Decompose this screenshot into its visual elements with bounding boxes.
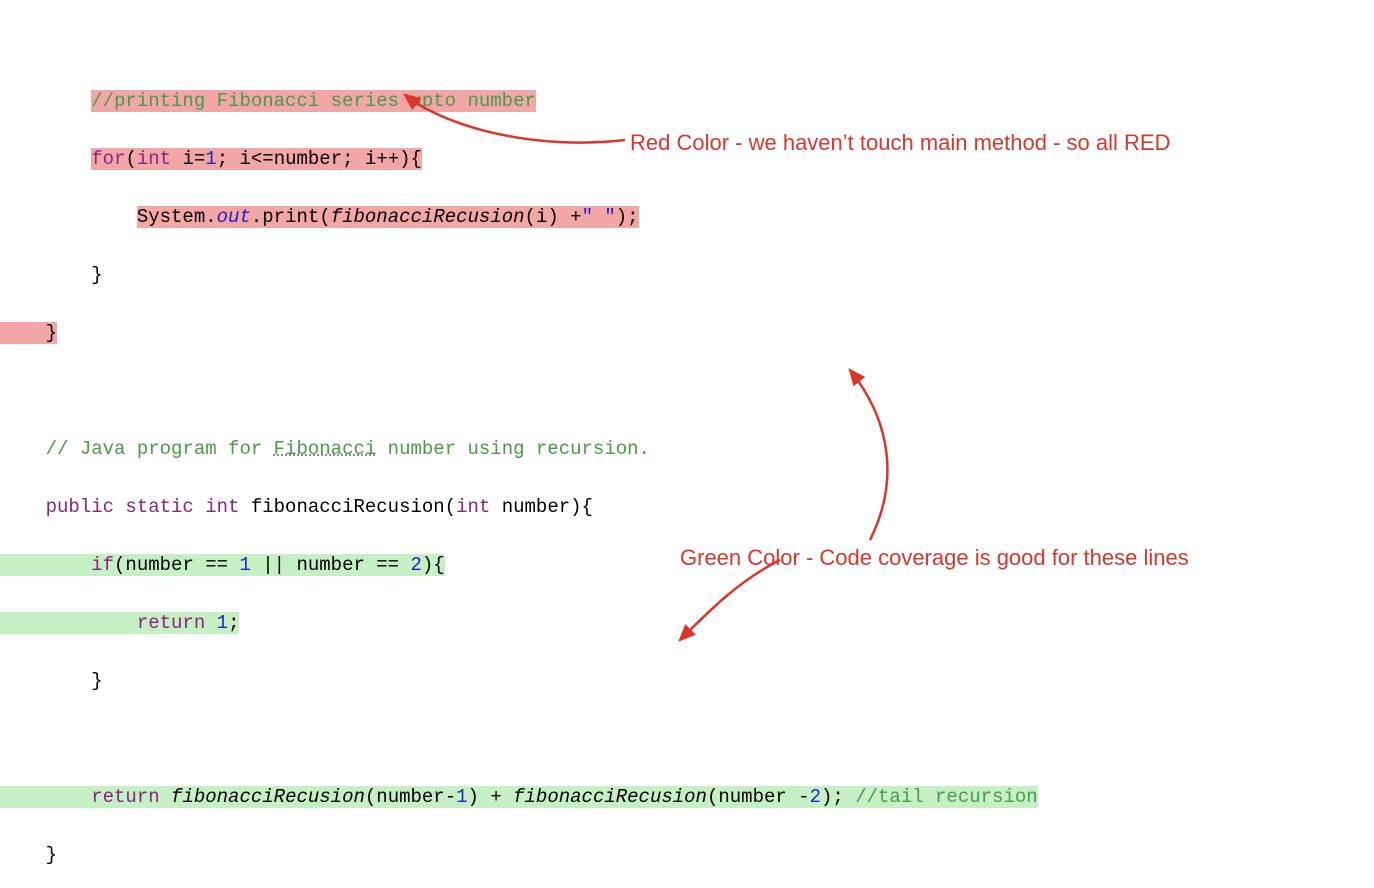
code-line: public static int fibonacciRecusion(int …	[0, 493, 1374, 522]
code-line: return 1;	[0, 609, 1374, 638]
code-line: }	[0, 667, 1374, 696]
code-line: }	[0, 841, 1374, 870]
annotation-red: Red Color - we haven’t touch main method…	[630, 128, 1170, 157]
code-line: return fibonacciRecusion(number-1) + fib…	[0, 783, 1374, 812]
code-editor: //printing Fibonacci series upto number …	[0, 0, 1374, 888]
code-line: }	[0, 261, 1374, 290]
code-line: //printing Fibonacci series upto number	[0, 87, 1374, 116]
code-line: // Java program for Fibonacci number usi…	[0, 435, 1374, 464]
code-line	[0, 377, 1374, 406]
code-line: }	[0, 319, 1374, 348]
code-line	[0, 725, 1374, 754]
code-text: //printing Fibonacci series upto number	[91, 90, 536, 112]
code-line: System.out.print(fibonacciRecusion(i) +"…	[0, 203, 1374, 232]
annotation-green: Green Color - Code coverage is good for …	[680, 543, 1189, 572]
